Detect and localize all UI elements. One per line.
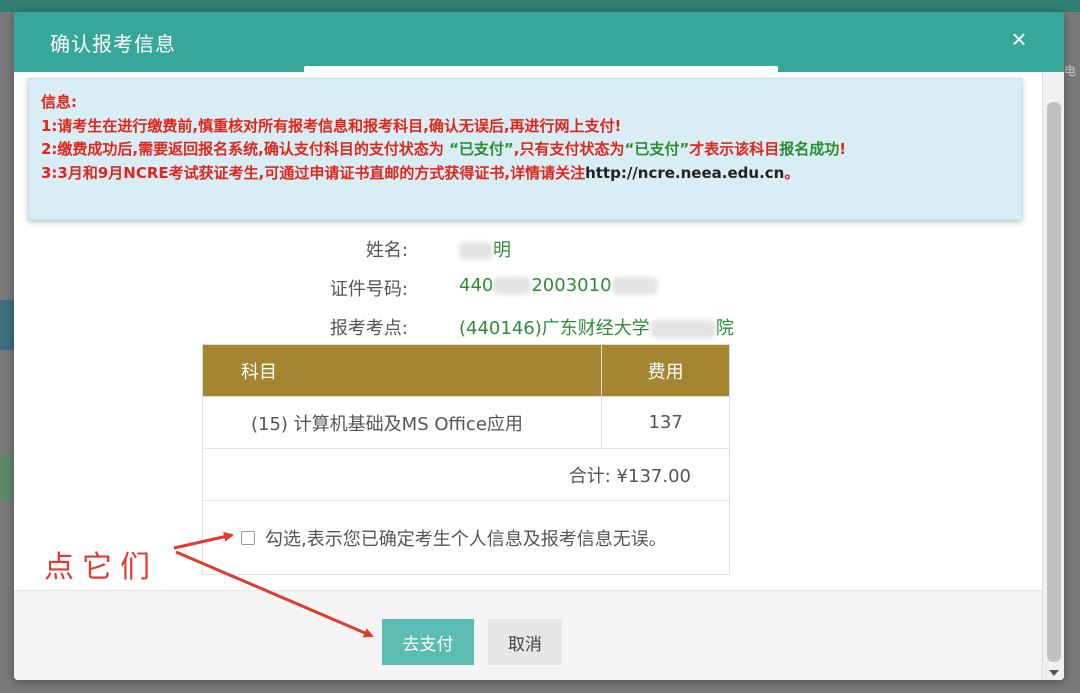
table-row: (15) 计算机基础及MS Office应用 137 [201,396,730,449]
total-row: 合计: ¥137.00 [202,448,730,501]
paid-status-text: “已支付” [624,140,690,158]
name-label: 姓名: [365,240,408,261]
name-value: 明 [459,236,511,262]
info-notice-box: 信息: 1:请考生在进行缴费前,慎重核对所有报考信息和报考科目,确认无误后,再进… [28,78,1022,220]
exam-site-label: 报考考点: [329,318,408,339]
subject-cell: (15) 计算机基础及MS Office应用 [201,396,603,449]
id-number-value: 440 2003010 [459,275,658,296]
registration-success-text: 报名成功 [779,140,840,158]
cancel-button[interactable]: 取消 [488,619,562,665]
info-line-2: 2:缴费成功后,需要返回报名系统,确认支付科目的支付状态为 “已支付”,只有支付… [41,140,847,158]
agree-text: 勾选,表示您已确定考生个人信息及报考信息无误。 [265,528,667,550]
subject-column-header: 科目 [201,344,603,397]
total-amount: 合计: ¥137.00 [202,448,730,501]
agree-checkbox-label[interactable]: 勾选,表示您已确定考生个人信息及报考信息无误。 [241,525,729,551]
fee-table: 科目 费用 (15) 计算机基础及MS Office应用 137 合计: ¥13… [201,344,730,575]
agree-checkbox[interactable] [241,530,255,545]
scroll-down-arrow-icon[interactable] [1049,670,1059,676]
modal-title: 确认报考信息 [50,32,176,56]
info-line-1: 1:请考生在进行缴费前,慎重核对所有报考信息和报考科目,确认无误后,再进行网上支… [41,116,622,135]
confirm-info-modal: 确认报考信息 × 信息: 1:请考生在进行缴费前,慎重核对所有报考信息和报考科目… [14,12,1064,680]
table-header-row: 科目 费用 [201,344,730,397]
background-header-bar [0,0,1080,12]
info-heading: 信息: [41,93,77,111]
redacted-block [459,242,493,260]
fee-column-header: 费用 [601,344,730,397]
agreement-row: 勾选,表示您已确定考生个人信息及报考信息无误。 [202,500,730,575]
redacted-block [493,277,532,295]
exam-site-value: (440146)广东财经大学院 [459,318,734,339]
redacted-block [611,277,658,295]
scrollbar-thumb[interactable] [1047,102,1061,662]
fee-cell: 137 [601,396,730,449]
header-tab-strip [304,66,778,76]
paid-status-text: “已支付” [449,140,514,158]
pay-button[interactable]: 去支付 [382,619,474,665]
close-icon[interactable]: × [1004,24,1034,54]
background-text: 电 [1063,64,1076,78]
info-line-3: 3:3月和9月NCRE考试获证考生,可通过申请证书直邮的方式获得证书,详情请关注… [41,163,800,182]
ncre-website-link[interactable]: http://ncre.neea.edu.cn [585,164,784,182]
id-number-label: 证件号码: [329,279,408,300]
annotation-text: 点它们 [44,550,158,585]
modal-footer: 去支付 取消 [14,590,1042,680]
redacted-block [649,320,716,338]
scrollbar[interactable] [1042,72,1064,680]
modal-header: 确认报考信息 × [14,12,1064,72]
